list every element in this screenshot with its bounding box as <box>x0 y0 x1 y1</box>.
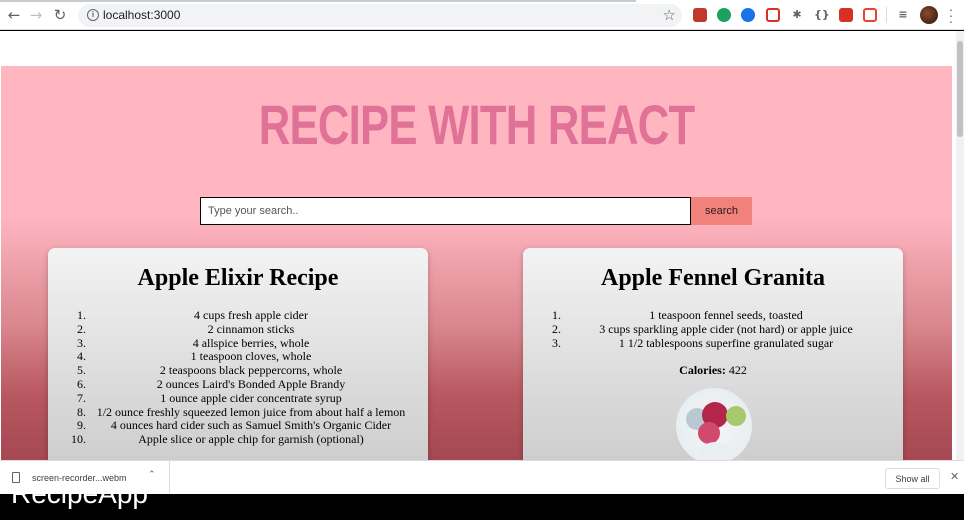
search-input[interactable] <box>200 197 691 225</box>
ingredient-item: 6. 2 ounces Laird's Bonded Apple Brandy <box>77 376 346 391</box>
recipe-app: RECIPE WITH REACT search Apple Elixir Re… <box>1 66 952 460</box>
recipe-title: Apple Elixir Recipe <box>137 265 339 291</box>
address-bar[interactable]: i localhost:3000 ☆ <box>78 4 682 27</box>
forward-icon[interactable]: → <box>28 7 44 23</box>
reading-list-icon[interactable]: ≡ <box>896 8 910 22</box>
grammarly-extension-icon[interactable] <box>717 8 731 22</box>
ingredient-item: 3. 1 1/2 tablespoons superfine granulated… <box>552 335 834 350</box>
chevron-up-icon[interactable]: ⌃ <box>148 470 156 480</box>
close-icon[interactable]: ✕ <box>950 470 959 483</box>
back-icon[interactable]: ← <box>6 7 22 23</box>
ingredient-item: 1. 4 cups fresh apple cider <box>77 308 308 322</box>
ingredient-item: 4. 1 teaspoon cloves, whole <box>77 349 312 364</box>
recipe-card: Apple Fennel Granita 1. 1 teaspoon fennel… <box>523 248 903 460</box>
recipe-calories: Calories: 422 <box>523 363 903 378</box>
red-extension-icon[interactable] <box>839 8 853 22</box>
bookmark-star-icon[interactable]: ☆ <box>663 6 676 24</box>
page-scrollbar[interactable] <box>956 31 964 460</box>
pdf-extension-icon[interactable] <box>693 8 707 22</box>
calories-value: 422 <box>728 363 747 377</box>
page-load-progress-bar <box>0 0 636 2</box>
browser-toolbar: ← → ↻ i localhost:3000 ☆ ✱ {} ≡ · · · <box>0 0 964 30</box>
app-title: RECIPE WITH REACT <box>258 93 695 156</box>
page-viewport: RECIPE WITH REACT search Apple Elixir Re… <box>0 31 964 460</box>
ingredient-list: 1. 1 teaspoon fennel seeds, toasted 2. 3 c… <box>541 308 887 350</box>
ingredient-item: 1. 1 teaspoon fennel seeds, toasted <box>552 308 803 322</box>
ingredient-item: 2. 3 cups sparkling apple cider (not hard… <box>552 321 853 336</box>
calories-label: Calories: <box>679 363 726 377</box>
ingredient-item: 3. 4 allspice berries, whole <box>77 335 310 350</box>
ingredient-item: 9. 4 ounces hard cider such as Samuel Smi… <box>77 418 392 433</box>
recipe-image <box>676 388 752 460</box>
search-button[interactable]: search <box>691 197 752 225</box>
profile-avatar[interactable] <box>920 6 938 24</box>
pocket-extension-icon[interactable] <box>766 8 780 22</box>
toolbar-separator <box>886 7 887 23</box>
scrollbar-thumb[interactable] <box>957 41 963 137</box>
code-extension-icon[interactable]: {} <box>814 8 830 22</box>
granita-scoop-shape <box>698 422 720 444</box>
recipe-title: Apple Fennel Granita <box>600 265 825 291</box>
blue-extension-icon[interactable] <box>741 8 755 22</box>
reload-icon[interactable]: ↻ <box>52 7 68 23</box>
site-info-icon[interactable]: i <box>87 9 99 21</box>
recipe-card: Apple Elixir Recipe 1. 4 cups fresh apple… <box>48 248 428 460</box>
ingredient-item: 8. 1/2 ounce freshly squeezed lemon juice… <box>77 404 406 419</box>
screen-recorder-extension-icon[interactable] <box>863 8 877 22</box>
ingredient-list: 1. 4 cups fresh apple cider 2. 2 cinnamon … <box>66 308 412 447</box>
video-caption: RecipeApp <box>11 478 148 509</box>
ingredient-item: 2. 2 cinnamon sticks <box>77 321 295 336</box>
granita-scoop-shape <box>726 406 746 426</box>
address-url[interactable]: localhost:3000 <box>103 8 180 23</box>
ingredient-item: 7. 1 ounce apple cider concentrate syrup <box>77 390 342 405</box>
bug-extension-icon[interactable]: ✱ <box>790 8 804 22</box>
browser-menu-icon[interactable]: · · · <box>946 2 956 28</box>
glass-shape <box>700 442 730 460</box>
ingredient-item: 10. Apple slice or apple chip for garnish… <box>71 432 364 447</box>
show-all-button[interactable]: Show all <box>885 468 940 489</box>
ingredient-item: 5. 2 teaspoons black peppercorns, whole <box>77 363 343 378</box>
